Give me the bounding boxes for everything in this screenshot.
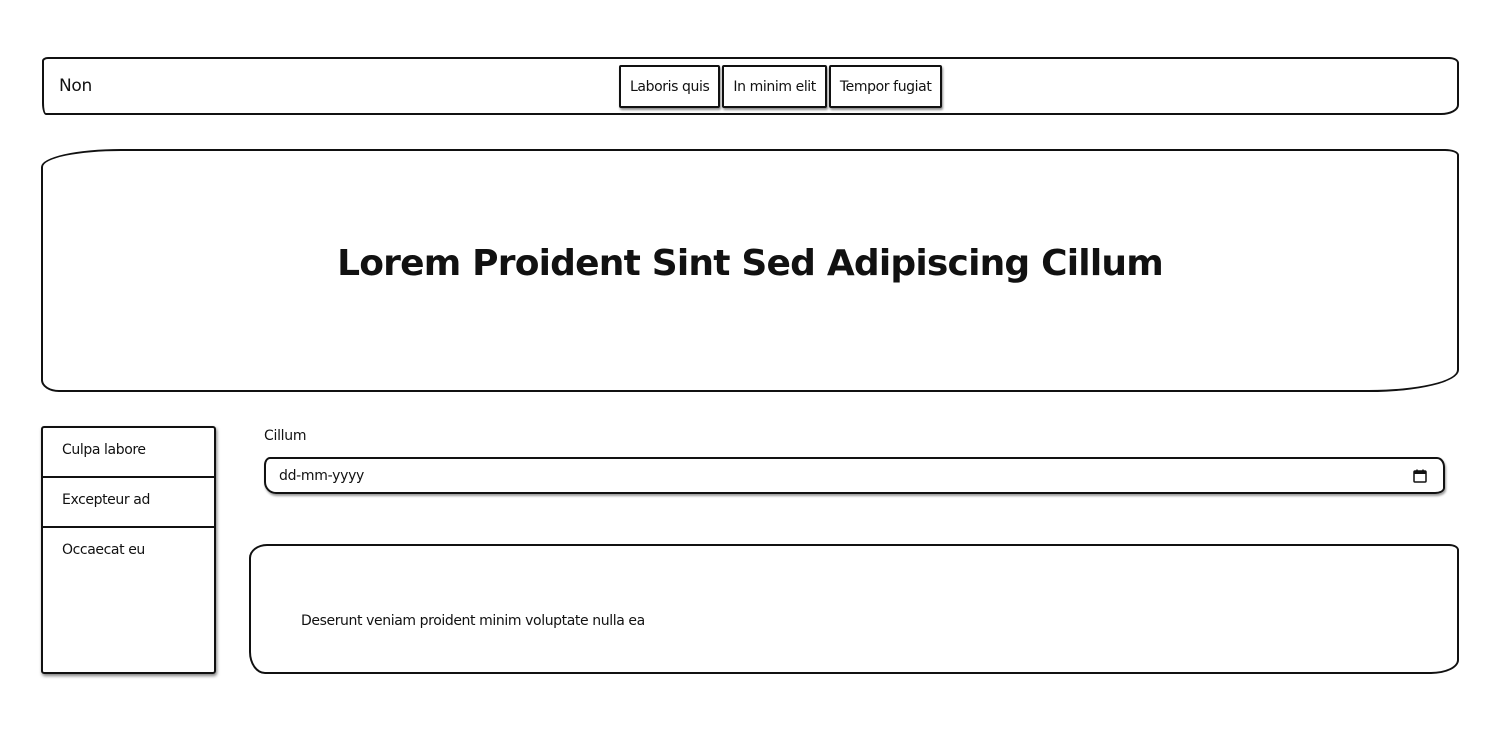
nav-link-laboris-quis[interactable]: Laboris quis <box>619 65 721 108</box>
sidebar: Culpa labore Excepteur ad Occaecat eu <box>41 426 216 674</box>
card-text: Deserunt veniam proident minim voluptate… <box>301 613 645 629</box>
nav-links: Laboris quis In minim elit Tempor fugiat <box>619 65 943 108</box>
sidebar-item-excepteur-ad[interactable]: Excepteur ad <box>43 478 214 528</box>
content-card: Deserunt veniam proident minim voluptate… <box>249 544 1459 674</box>
hero-panel: Lorem Proident Sint Sed Adipiscing Cillu… <box>41 149 1459 392</box>
date-placeholder: dd-mm-yyyy <box>279 468 365 484</box>
brand-label: Non <box>59 76 92 96</box>
calendar-icon[interactable] <box>1413 469 1427 483</box>
nav-link-in-minim-elit[interactable]: In minim elit <box>722 65 827 108</box>
sidebar-item-occaecat-eu[interactable]: Occaecat eu <box>43 528 214 578</box>
sidebar-item-culpa-labore[interactable]: Culpa labore <box>43 428 214 478</box>
page: Non Laboris quis In minim elit Tempor fu… <box>0 0 1500 731</box>
date-field-label: Cillum <box>264 428 307 444</box>
hero-title: Lorem Proident Sint Sed Adipiscing Cillu… <box>337 243 1164 284</box>
nav-link-tempor-fugiat[interactable]: Tempor fugiat <box>828 65 943 108</box>
top-navbar: Non Laboris quis In minim elit Tempor fu… <box>42 57 1459 115</box>
date-input[interactable]: dd-mm-yyyy <box>264 457 1445 494</box>
